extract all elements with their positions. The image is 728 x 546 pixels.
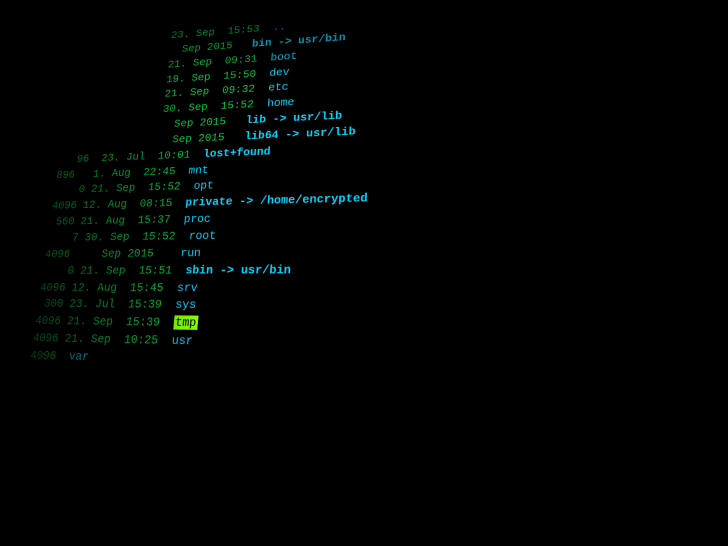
filename: lib64 -> usr/lib bbox=[244, 125, 356, 143]
filename: home bbox=[267, 96, 295, 110]
filename: lib -> usr/lib bbox=[245, 109, 342, 126]
file-size: 4096 21. Sep 15:39 bbox=[28, 314, 167, 330]
filename: mnt bbox=[188, 163, 209, 176]
filename: proc bbox=[183, 212, 211, 226]
filename: sys bbox=[175, 298, 197, 312]
file-size: 4096 bbox=[23, 348, 63, 363]
file-size: 4096 12. Aug 15:45 bbox=[33, 280, 171, 294]
file-size: 4096 Sep 2015 bbox=[38, 246, 174, 260]
filename: dev bbox=[269, 65, 290, 79]
file-size: 4096 12. Aug 08:15 bbox=[45, 196, 179, 212]
file-size: 4096 21. Sep 10:25 bbox=[26, 331, 166, 348]
filename: opt bbox=[193, 179, 214, 193]
file-size: 7 30. Sep 15:52 bbox=[40, 229, 182, 244]
terminal-window: 23. Sep 15:53 .. Sep 2015 bin -> usr/bin… bbox=[0, 0, 728, 546]
file-size: 300 23. Jul 15:39 bbox=[31, 297, 170, 312]
filename: root bbox=[188, 229, 216, 243]
filename: var bbox=[68, 349, 90, 364]
filename: run bbox=[180, 246, 202, 260]
tmp-highlight: tmp bbox=[173, 316, 199, 331]
file-size: 0 21. Sep 15:51 bbox=[36, 263, 180, 277]
filename: .. bbox=[272, 21, 286, 34]
filename: usr bbox=[171, 333, 193, 348]
file-size: 560 21. Aug 15:37 bbox=[43, 213, 178, 228]
file-size: 0 21. Sep 15:52 bbox=[47, 180, 187, 197]
terminal-row: 0 21. Sep 15:51 sbin -> usr/bin bbox=[35, 259, 728, 280]
filename: srv bbox=[176, 280, 198, 294]
filename: sbin -> usr/bin bbox=[185, 263, 292, 277]
filename: etc bbox=[268, 81, 289, 95]
filename: lost+found bbox=[203, 145, 271, 160]
terminal-content: 23. Sep 15:53 .. Sep 2015 bin -> usr/bin… bbox=[0, 0, 728, 546]
filename: private -> /home/encrypted bbox=[185, 191, 368, 209]
filename-highlighted: tmp bbox=[173, 316, 199, 331]
filename: boot bbox=[270, 50, 298, 64]
